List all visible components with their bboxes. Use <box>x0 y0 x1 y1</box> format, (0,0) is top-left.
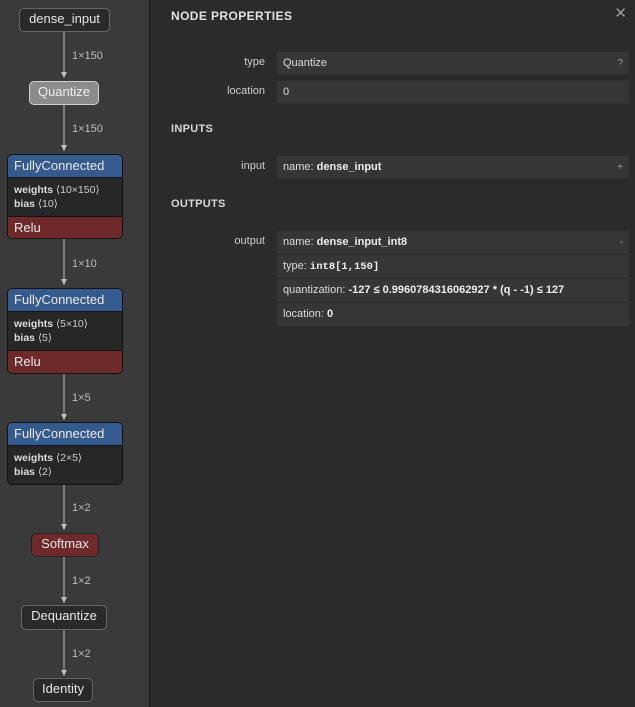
input-name-prefix: name: <box>283 161 314 173</box>
output-name-value: dense_input_int8 <box>316 236 408 248</box>
output-quantization-value: -127 ≤ 0.9960784316062927 * (q - -1) ≤ 1… <box>348 284 565 296</box>
weights-label: weights <box>14 184 54 196</box>
bias-label: bias <box>14 466 36 478</box>
location-value: 0 <box>283 86 290 98</box>
input-label: input <box>241 160 265 172</box>
graph-canvas[interactable]: 1×150 1×150 1×10 1×5 1×2 1×2 1×2 dense_i… <box>0 0 149 707</box>
weights-shape: ⟨2×5⟩ <box>56 452 83 464</box>
node-dense-input[interactable]: dense_input <box>19 8 110 32</box>
node-attributes: weights ⟨10×150⟩ bias ⟨10⟩ <box>8 178 122 216</box>
weights-shape: ⟨5×10⟩ <box>56 318 88 330</box>
node-attributes: weights ⟨5×10⟩ bias ⟨5⟩ <box>8 312 122 350</box>
node-title: FullyConnected <box>8 155 122 178</box>
bias-shape: ⟨10⟩ <box>37 198 58 210</box>
bias-shape: ⟨5⟩ <box>37 332 52 344</box>
location-label: location <box>227 85 265 97</box>
sidebar-title: NODE PROPERTIES <box>171 9 293 23</box>
type-label: type <box>244 56 265 68</box>
edge-label: 1×2 <box>72 648 91 660</box>
edge-label: 1×2 <box>72 502 91 514</box>
bias-label: bias <box>14 198 36 210</box>
input-field: name: dense_input + <box>276 155 630 179</box>
outputs-heading: OUTPUTS <box>171 198 226 210</box>
output-location-prefix: location: <box>283 308 324 320</box>
node-fully-connected-2[interactable]: FullyConnected weights ⟨5×10⟩ bias ⟨5⟩ R… <box>7 288 123 374</box>
output-type-prefix: type: <box>283 260 307 272</box>
output-name-prefix: name: <box>283 236 314 248</box>
output-field: name: dense_input_int8 - type: int8[1,15… <box>276 230 630 327</box>
node-activation: Relu <box>8 350 122 373</box>
weights-label: weights <box>14 452 54 464</box>
node-quantize[interactable]: Quantize <box>29 81 99 105</box>
output-type-value: int8[1,150] <box>309 261 380 273</box>
node-activation: Relu <box>8 216 122 238</box>
output-label: output <box>234 235 265 247</box>
node-dequantize[interactable]: Dequantize <box>21 605 107 630</box>
expand-button[interactable]: + <box>617 156 623 179</box>
bias-label: bias <box>14 332 36 344</box>
node-title: FullyConnected <box>8 423 122 446</box>
type-field: Quantize ? <box>276 51 630 75</box>
edge-label: 1×2 <box>72 575 91 587</box>
weights-shape: ⟨10×150⟩ <box>56 184 100 196</box>
edge-label: 1×5 <box>72 392 91 404</box>
close-icon[interactable]: ✕ <box>614 4 627 22</box>
output-quantization-prefix: quantization: <box>283 284 346 296</box>
location-field: 0 <box>276 80 630 104</box>
node-attributes: weights ⟨2×5⟩ bias ⟨2⟩ <box>8 446 122 484</box>
node-softmax[interactable]: Softmax <box>31 533 99 557</box>
collapse-button[interactable]: - <box>620 231 623 254</box>
edge-label: 1×150 <box>72 123 103 135</box>
node-identity[interactable]: Identity <box>33 678 93 702</box>
inputs-heading: INPUTS <box>171 123 214 135</box>
node-title: FullyConnected <box>8 289 122 312</box>
node-fully-connected-1[interactable]: FullyConnected weights ⟨10×150⟩ bias ⟨10… <box>7 154 123 239</box>
edge-label: 1×10 <box>72 258 97 270</box>
node-fully-connected-3[interactable]: FullyConnected weights ⟨2×5⟩ bias ⟨2⟩ <box>7 422 123 485</box>
output-location-value: 0 <box>327 308 334 320</box>
help-icon[interactable]: ? <box>617 52 623 75</box>
bias-shape: ⟨2⟩ <box>37 466 52 478</box>
weights-label: weights <box>14 318 54 330</box>
node-properties-sidebar: NODE PROPERTIES ✕ type Quantize ? locati… <box>149 0 635 707</box>
type-value: Quantize <box>283 57 328 69</box>
input-name-value: dense_input <box>316 161 382 173</box>
edge-label: 1×150 <box>72 50 103 62</box>
